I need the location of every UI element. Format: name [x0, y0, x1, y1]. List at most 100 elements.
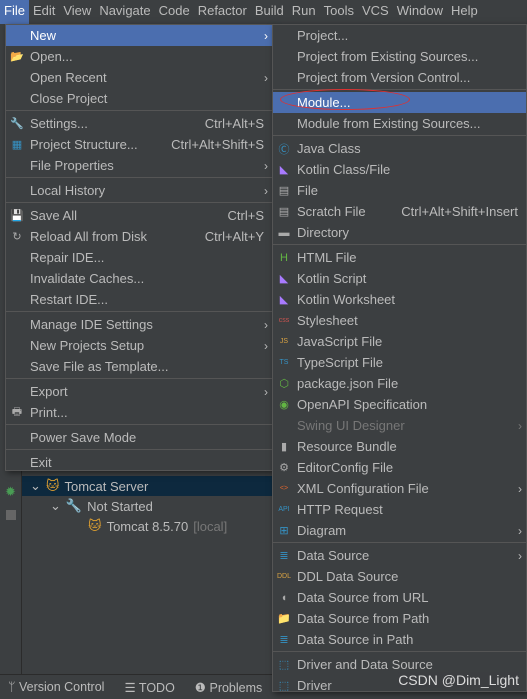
menu-refactor[interactable]: Refactor: [194, 0, 251, 24]
resource-bundle-icon: ▮: [280, 441, 288, 453]
menu-item-diagram[interactable]: ⊞ Diagram ›: [273, 520, 526, 541]
ddl-icon: DDL: [277, 573, 292, 580]
menu-item-file-properties[interactable]: File Properties ›: [6, 155, 272, 176]
database-icon: ≣: [279, 634, 289, 646]
tab-version-control[interactable]: ᛘ Version Control: [8, 680, 104, 694]
menu-item-javascript-file[interactable]: JS JavaScript File: [273, 331, 526, 352]
menu-item-data-source[interactable]: ≣ Data Source ›: [273, 545, 526, 566]
menu-item-power-save-mode[interactable]: Power Save Mode: [6, 427, 272, 448]
menu-item-label: Resource Bundle: [297, 439, 397, 454]
folder-icon: 📁: [277, 613, 291, 625]
menu-navigate[interactable]: Navigate: [95, 0, 154, 24]
menu-item-resource-bundle[interactable]: ▮ Resource Bundle: [273, 436, 526, 457]
menu-item-label: Project from Existing Sources...: [297, 49, 479, 64]
menu-code[interactable]: Code: [155, 0, 194, 24]
expand-icon[interactable]: ⌄: [50, 498, 61, 514]
menu-item-stylesheet[interactable]: css Stylesheet: [273, 310, 526, 331]
menu-item-project[interactable]: Project...: [273, 25, 526, 46]
menu-item-kotlin-class-file[interactable]: ◣ Kotlin Class/File: [273, 159, 526, 180]
menu-item-kotlin-script[interactable]: ◣ Kotlin Script: [273, 268, 526, 289]
menu-item-open[interactable]: 📂 Open...: [6, 46, 272, 67]
menu-item-kotlin-worksheet[interactable]: ◣ Kotlin Worksheet: [273, 289, 526, 310]
menu-item-label: Export: [30, 384, 68, 399]
menu-tools[interactable]: Tools: [320, 0, 358, 24]
menu-item-close-project[interactable]: Close Project: [6, 88, 272, 109]
save-icon: 💾: [10, 210, 24, 222]
debug-icon[interactable]: ✹: [5, 484, 16, 500]
menu-item-openapi-specification[interactable]: ◉ OpenAPI Specification: [273, 394, 526, 415]
stop-icon[interactable]: [6, 510, 16, 520]
menu-item-java-class[interactable]: Ⓒ Java Class: [273, 138, 526, 159]
menu-item-ddl-data-source[interactable]: DDL DDL Data Source: [273, 566, 526, 587]
menu-item-label: XML Configuration File: [297, 481, 429, 496]
menu-item-save-file-as-template[interactable]: Save File as Template...: [6, 356, 272, 377]
menu-item-local-history[interactable]: Local History ›: [6, 180, 272, 201]
menu-item-module-from-existing-sources[interactable]: Module from Existing Sources...: [273, 113, 526, 134]
chevron-right-icon: ›: [518, 481, 522, 496]
menu-view[interactable]: View: [59, 0, 95, 24]
chevron-right-icon: ›: [264, 317, 268, 332]
menu-item-invalidate-caches[interactable]: Invalidate Caches...: [6, 268, 272, 289]
menu-item-http-request[interactable]: API HTTP Request: [273, 499, 526, 520]
tree-item-tomcat-server[interactable]: ⌄ 🐱 Tomcat Server: [22, 476, 272, 496]
menu-item-label: Kotlin Class/File: [297, 162, 391, 177]
menu-item-data-source-from-path[interactable]: 📁 Data Source from Path: [273, 608, 526, 629]
branch-icon: ᛘ: [8, 680, 19, 694]
menu-item-new[interactable]: New ›: [6, 25, 272, 46]
html-file-icon: H: [280, 251, 288, 264]
menu-item-restart-ide[interactable]: Restart IDE...: [6, 289, 272, 310]
menu-edit[interactable]: Edit: [29, 0, 59, 24]
menu-item-label: Project from Version Control...: [297, 70, 471, 85]
tree-item-not-started[interactable]: ⌄ 🔧 Not Started: [50, 496, 153, 516]
menu-item-print[interactable]: 🖶 Print...: [6, 402, 272, 423]
menu-item-save-all[interactable]: 💾 Save All Ctrl+S: [6, 205, 272, 226]
menu-item-label: File: [297, 183, 318, 198]
menu-item-new-projects-setup[interactable]: New Projects Setup ›: [6, 335, 272, 356]
xml-file-icon: <>: [279, 485, 289, 492]
menu-run[interactable]: Run: [288, 0, 320, 24]
database-icon: ≣: [279, 550, 289, 562]
menu-item-swing-ui-designer[interactable]: Swing UI Designer ›: [273, 415, 526, 436]
menu-item-html-file[interactable]: H HTML File: [273, 247, 526, 268]
menu-item-label: TypeScript File: [297, 355, 383, 370]
menu-item-reload-all-from-disk[interactable]: ↻ Reload All from Disk Ctrl+Alt+Y: [6, 226, 272, 247]
chevron-right-icon: ›: [264, 183, 268, 198]
menu-item-label: JavaScript File: [297, 334, 383, 349]
menu-help[interactable]: Help: [447, 0, 482, 24]
menu-item-repair-ide[interactable]: Repair IDE...: [6, 247, 272, 268]
menu-item-label: Stylesheet: [297, 313, 358, 328]
menu-item-manage-ide-settings[interactable]: Manage IDE Settings ›: [6, 314, 272, 335]
menu-item-project-from-version-control[interactable]: Project from Version Control...: [273, 67, 526, 88]
menu-item-label: DDL Data Source: [297, 569, 399, 584]
menu-item-editorconfig-file[interactable]: ⚙ EditorConfig File: [273, 457, 526, 478]
menu-window[interactable]: Window: [393, 0, 447, 24]
tree-item-tomcat-instance[interactable]: 🐱 Tomcat 8.5.70 [local]: [88, 516, 227, 536]
menu-item-typescript-file[interactable]: TS TypeScript File: [273, 352, 526, 373]
nodejs-icon: ⬡: [279, 378, 289, 390]
menu-item-file[interactable]: ▤ File: [273, 180, 526, 201]
menu-vcs[interactable]: VCS: [358, 0, 393, 24]
menu-item-label: Scratch File: [297, 204, 366, 219]
chevron-right-icon: ›: [264, 158, 268, 173]
menu-item-project-from-existing-sources[interactable]: Project from Existing Sources...: [273, 46, 526, 67]
menu-item-xml-configuration-file[interactable]: <> XML Configuration File ›: [273, 478, 526, 499]
menu-item-exit[interactable]: Exit: [6, 452, 272, 473]
menu-item-project-structure[interactable]: ▦ Project Structure... Ctrl+Alt+Shift+S: [6, 134, 272, 155]
menu-build[interactable]: Build: [251, 0, 288, 24]
menu-file[interactable]: File: [0, 0, 29, 24]
tab-todo[interactable]: ☰ TODO: [124, 680, 174, 695]
menu-item-label: Close Project: [30, 91, 108, 106]
tab-problems[interactable]: ❶ Problems: [195, 680, 262, 695]
menu-item-settings[interactable]: 🔧 Settings... Ctrl+Alt+S: [6, 113, 272, 134]
menu-item-export[interactable]: Export ›: [6, 381, 272, 402]
menu-item-package-json-file[interactable]: ⬡ package.json File: [273, 373, 526, 394]
menu-item-open-recent[interactable]: Open Recent ›: [6, 67, 272, 88]
menu-item-scratch-file[interactable]: ▤ Scratch File Ctrl+Alt+Shift+Insert: [273, 201, 526, 222]
menu-item-label: Restart IDE...: [30, 292, 109, 307]
list-icon: ☰: [124, 680, 139, 695]
menu-item-data-source-in-path[interactable]: ≣ Data Source in Path: [273, 629, 526, 650]
menu-item-data-source-from-url[interactable]: ◖ Data Source from URL: [273, 587, 526, 608]
chevron-right-icon: ›: [518, 523, 522, 538]
menu-item-directory[interactable]: ▬ Directory: [273, 222, 526, 243]
expand-icon[interactable]: ⌄: [30, 478, 41, 494]
